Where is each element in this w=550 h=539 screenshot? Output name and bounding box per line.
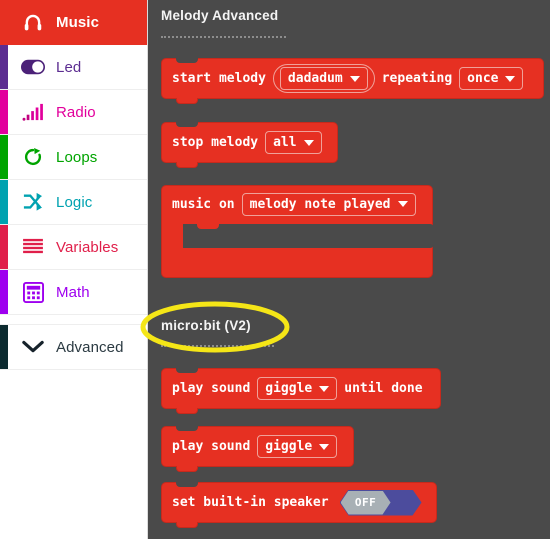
sidebar-item-label: Variables bbox=[56, 238, 119, 256]
sidebar-item-led[interactable]: Led bbox=[0, 45, 147, 90]
slot-notch bbox=[197, 224, 219, 229]
sidebar-item-logic[interactable]: Logic bbox=[0, 180, 147, 225]
block-notch-top bbox=[176, 368, 198, 373]
sidebar-item-label: Math bbox=[56, 283, 90, 301]
sidebar-item-label: Radio bbox=[56, 103, 96, 121]
sound-dropdown[interactable]: giggle bbox=[257, 435, 338, 458]
category-color-strip bbox=[0, 135, 8, 179]
block-notch-top bbox=[176, 122, 198, 127]
chevron-down-icon bbox=[505, 75, 516, 82]
toggle-knob: OFF bbox=[341, 491, 391, 515]
speaker-toggle[interactable]: OFF bbox=[340, 490, 422, 516]
sidebar-item-radio[interactable]: Radio bbox=[0, 90, 147, 135]
repeat-dropdown[interactable]: once bbox=[459, 67, 524, 90]
block-notch-bottom bbox=[176, 98, 198, 104]
event-dropdown-value: melody note played bbox=[249, 196, 391, 212]
chevron-down-icon bbox=[319, 385, 330, 392]
sidebar-item-label: Led bbox=[56, 58, 82, 76]
chevron-down-icon bbox=[20, 340, 46, 354]
stop-target-dropdown[interactable]: all bbox=[265, 131, 322, 154]
chevron-down-icon bbox=[319, 443, 330, 450]
block-music-on-event[interactable]: music on melody note played bbox=[161, 185, 434, 278]
blocks-flyout[interactable]: Melody Advanced start melody dadadum rep… bbox=[148, 0, 550, 539]
loop-arrow-icon bbox=[20, 146, 46, 168]
chevron-down-icon bbox=[397, 201, 408, 207]
block-stop-melody[interactable]: stop melody all bbox=[161, 122, 338, 168]
block-notch-top bbox=[176, 58, 198, 63]
block-notch-bottom bbox=[176, 522, 198, 528]
category-color-strip bbox=[0, 90, 8, 134]
category-color-strip bbox=[0, 270, 8, 314]
melody-field-ring: dadadum bbox=[272, 64, 375, 93]
melody-dropdown[interactable]: dadadum bbox=[279, 67, 368, 90]
category-color-strip bbox=[0, 180, 8, 224]
group-divider-melody-advanced bbox=[161, 36, 286, 38]
block-notch-bottom bbox=[176, 162, 198, 168]
block-notch-bottom bbox=[176, 466, 198, 472]
block-start-melody[interactable]: start melody dadadum repeating once bbox=[161, 58, 544, 104]
sound-dropdown-value: giggle bbox=[265, 439, 313, 454]
sound-dropdown-value: giggle bbox=[265, 381, 313, 396]
repeat-dropdown-value: once bbox=[467, 71, 499, 86]
group-label-melody-advanced: Melody Advanced bbox=[161, 8, 279, 23]
headphones-icon bbox=[20, 12, 46, 34]
block-label: start melody bbox=[172, 71, 266, 86]
block-label: set built-in speaker bbox=[172, 495, 329, 510]
sidebar-item-label: Advanced bbox=[56, 338, 124, 356]
block-notch-top bbox=[176, 482, 198, 487]
category-color-strip bbox=[0, 45, 8, 89]
block-label: play sound bbox=[172, 381, 251, 396]
block-label: stop melody bbox=[172, 135, 259, 150]
block-statement-slot[interactable] bbox=[183, 224, 434, 248]
signal-bars-icon bbox=[20, 103, 46, 121]
sidebar-item-loops[interactable]: Loops bbox=[0, 135, 147, 180]
sidebar-item-variables[interactable]: Variables bbox=[0, 225, 147, 270]
group-label-microbit-v2: micro:bit (V2) bbox=[161, 318, 251, 333]
toggle-icon bbox=[20, 59, 46, 75]
sidebar-item-math[interactable]: Math bbox=[0, 270, 147, 315]
block-play-sound[interactable]: play sound giggle bbox=[161, 426, 354, 472]
melody-dropdown-value: dadadum bbox=[287, 71, 343, 86]
block-header: music on melody note played bbox=[162, 186, 454, 222]
shuffle-icon bbox=[20, 192, 46, 212]
block-set-builtin-speaker[interactable]: set built-in speaker OFF bbox=[161, 482, 437, 528]
block-notch-top bbox=[176, 426, 198, 431]
block-label: play sound bbox=[172, 439, 251, 454]
sidebar-item-label: Logic bbox=[56, 193, 93, 211]
block-notch-bottom bbox=[176, 408, 198, 414]
event-dropdown[interactable]: melody note played bbox=[241, 192, 416, 216]
sidebar-separator bbox=[0, 315, 147, 325]
sidebar-item-music[interactable]: Music bbox=[0, 0, 147, 45]
lines-icon bbox=[20, 238, 46, 256]
group-divider-microbit-v2 bbox=[161, 345, 274, 347]
sidebar-item-label: Music bbox=[56, 14, 100, 31]
sidebar-item-advanced[interactable]: Advanced bbox=[0, 325, 147, 370]
block-label-repeating: repeating bbox=[381, 71, 453, 86]
sound-dropdown[interactable]: giggle bbox=[257, 377, 338, 400]
category-color-strip bbox=[0, 225, 8, 269]
category-color-strip bbox=[0, 325, 8, 369]
block-label-until-done: until done bbox=[344, 381, 423, 396]
chevron-down-icon bbox=[349, 75, 360, 82]
calculator-icon bbox=[20, 281, 46, 303]
sidebar-item-label: Loops bbox=[56, 148, 98, 166]
block-play-sound-until-done[interactable]: play sound giggle until done bbox=[161, 368, 441, 414]
stop-target-dropdown-value: all bbox=[273, 135, 297, 150]
chevron-down-icon bbox=[303, 139, 314, 146]
block-label: music on bbox=[172, 196, 235, 212]
category-sidebar: Music Led Radio Loops Logic Variables Ma… bbox=[0, 0, 148, 539]
